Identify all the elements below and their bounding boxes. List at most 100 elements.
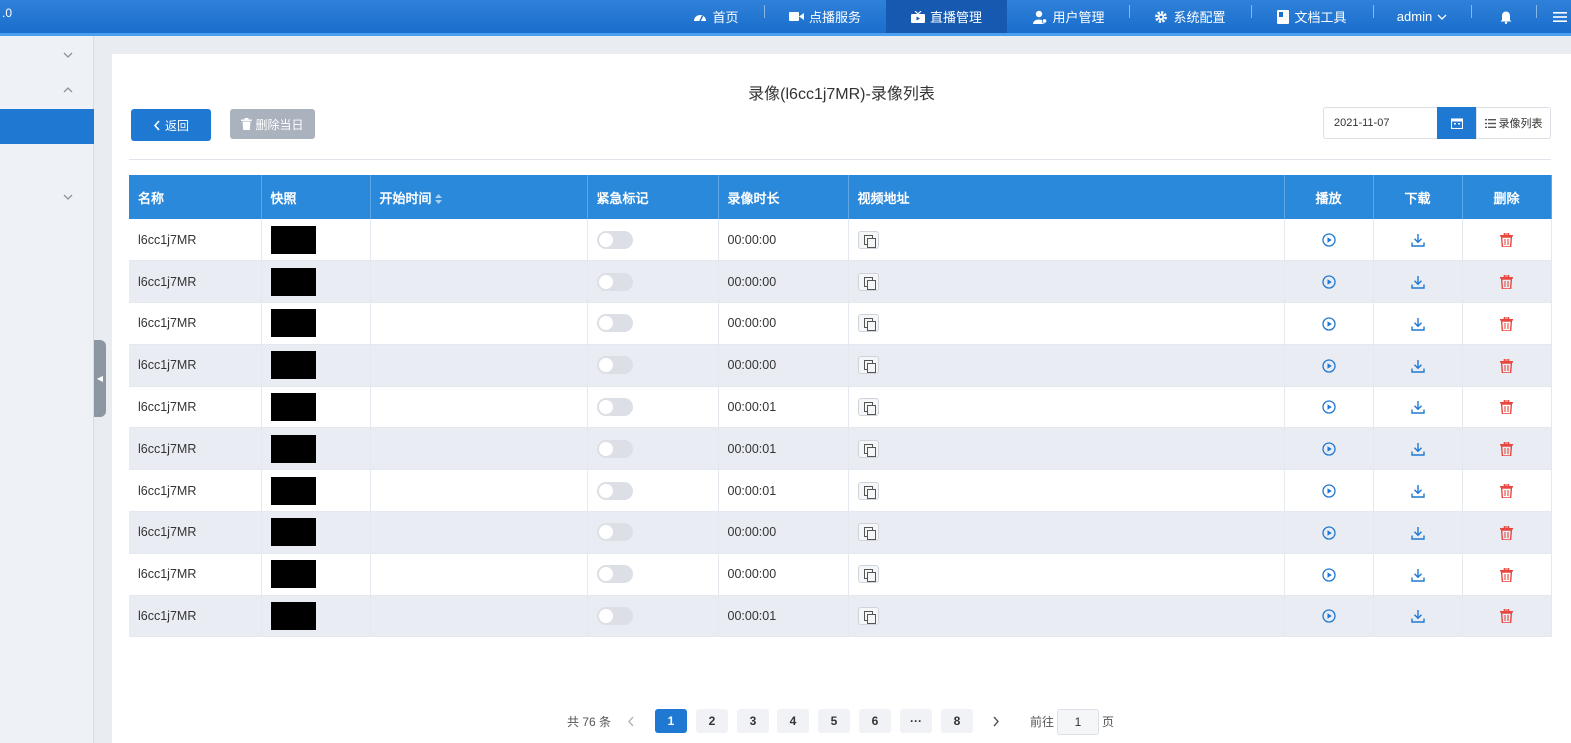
urgent-toggle[interactable] xyxy=(596,230,633,249)
delete-button[interactable] xyxy=(1462,302,1552,345)
copy-icon[interactable] xyxy=(857,439,879,458)
snapshot-thumbnail[interactable] xyxy=(270,476,316,505)
download-button[interactable] xyxy=(1373,386,1463,429)
delete-button[interactable] xyxy=(1462,553,1552,596)
nav-docs[interactable]: 文档工具 xyxy=(1270,0,1354,33)
page-button-6[interactable]: 6 xyxy=(859,709,891,733)
page-button-5[interactable]: 5 xyxy=(818,709,850,733)
prev-page-icon[interactable] xyxy=(627,716,635,727)
page-button-3[interactable]: 3 xyxy=(737,709,769,733)
play-button[interactable] xyxy=(1284,511,1374,554)
play-button[interactable] xyxy=(1284,260,1374,304)
download-button[interactable] xyxy=(1373,260,1463,304)
user-menu[interactable]: admin xyxy=(1390,0,1454,33)
download-button[interactable] xyxy=(1373,219,1463,262)
snapshot-thumbnail[interactable] xyxy=(270,309,316,338)
copy-icon[interactable] xyxy=(857,272,879,291)
nav-live[interactable]: 直播管理 xyxy=(886,0,1007,33)
start-time-cell xyxy=(370,427,588,471)
copy-icon[interactable] xyxy=(857,398,879,417)
snapshot-thumbnail[interactable] xyxy=(270,518,316,547)
recording-name: l6cc1j7MR xyxy=(129,260,262,304)
download-button[interactable] xyxy=(1373,344,1463,387)
download-button[interactable] xyxy=(1373,469,1463,513)
play-button[interactable] xyxy=(1284,427,1374,471)
sidebar-item-active[interactable] xyxy=(0,109,94,144)
page-button-8[interactable]: 8 xyxy=(941,709,973,733)
download-button[interactable] xyxy=(1373,511,1463,554)
delete-button[interactable] xyxy=(1462,219,1552,262)
play-button[interactable] xyxy=(1284,469,1374,513)
copy-icon[interactable] xyxy=(857,481,879,500)
urgent-toggle[interactable] xyxy=(596,607,633,626)
urgent-toggle[interactable] xyxy=(596,481,633,500)
nav-home[interactable]: 首页 xyxy=(686,0,746,33)
delete-button[interactable] xyxy=(1462,386,1552,429)
urgent-toggle[interactable] xyxy=(596,439,633,458)
delete-day-button[interactable]: 删除当日 xyxy=(230,109,315,139)
page-button-4[interactable]: 4 xyxy=(777,709,809,733)
download-button[interactable] xyxy=(1373,427,1463,471)
snapshot-thumbnail[interactable] xyxy=(270,434,316,463)
nav-vod[interactable]: 点播服务 xyxy=(782,0,868,33)
urgent-toggle[interactable] xyxy=(596,356,633,375)
delete-day-label: 删除当日 xyxy=(255,117,304,132)
delete-button[interactable] xyxy=(1462,344,1552,387)
download-button[interactable] xyxy=(1373,302,1463,345)
delete-button[interactable] xyxy=(1462,260,1552,304)
page-ellipsis[interactable]: ··· xyxy=(900,709,932,733)
play-button[interactable] xyxy=(1284,302,1374,345)
recording-list-button[interactable]: 录像列表 xyxy=(1476,107,1551,139)
date-picker-button[interactable] xyxy=(1437,107,1476,139)
copy-icon[interactable] xyxy=(857,314,879,333)
play-button[interactable] xyxy=(1284,219,1374,262)
list-icon xyxy=(1484,118,1496,128)
copy-icon[interactable] xyxy=(857,230,879,249)
col-header-start-time[interactable]: 开始时间 xyxy=(370,175,588,219)
play-button[interactable] xyxy=(1284,344,1374,387)
next-page-icon[interactable] xyxy=(992,716,1000,727)
snapshot-thumbnail[interactable] xyxy=(270,560,316,589)
play-button[interactable] xyxy=(1284,595,1374,638)
delete-button[interactable] xyxy=(1462,469,1552,513)
copy-icon[interactable] xyxy=(857,356,879,375)
page-button-2[interactable]: 2 xyxy=(696,709,728,733)
start-time-cell xyxy=(370,595,588,638)
urgent-cell xyxy=(587,260,719,304)
urgent-toggle[interactable] xyxy=(596,398,633,417)
urgent-toggle[interactable] xyxy=(596,272,633,291)
urgent-toggle[interactable] xyxy=(596,314,633,333)
sidebar-collapse-handle[interactable]: ◀ xyxy=(94,340,106,417)
chevron-up-icon[interactable] xyxy=(62,84,74,96)
download-button[interactable] xyxy=(1373,553,1463,596)
chevron-down-icon[interactable] xyxy=(62,191,74,203)
delete-button[interactable] xyxy=(1462,427,1552,471)
back-button[interactable]: 返回 xyxy=(131,109,211,141)
delete-button[interactable] xyxy=(1462,511,1552,554)
sort-icon[interactable] xyxy=(435,194,443,205)
nav-system-config[interactable]: 系统配置 xyxy=(1148,0,1232,33)
hamburger-icon xyxy=(1552,11,1567,22)
chevron-down-icon[interactable] xyxy=(62,49,74,61)
snapshot-thumbnail[interactable] xyxy=(270,393,316,422)
urgent-toggle[interactable] xyxy=(596,565,633,584)
urgent-toggle[interactable] xyxy=(596,523,633,542)
page-button-1[interactable]: 1 xyxy=(655,709,687,733)
trash-icon xyxy=(1500,400,1513,415)
play-button[interactable] xyxy=(1284,553,1374,596)
date-input[interactable]: 2021-11-07 xyxy=(1323,107,1438,139)
copy-icon[interactable] xyxy=(857,565,879,584)
snapshot-thumbnail[interactable] xyxy=(270,351,316,380)
download-button[interactable] xyxy=(1373,595,1463,638)
nav-users[interactable]: 用户管理 xyxy=(1025,0,1113,33)
snapshot-thumbnail[interactable] xyxy=(270,225,316,254)
copy-icon[interactable] xyxy=(857,607,879,626)
hamburger-menu-button[interactable] xyxy=(1548,0,1571,33)
notifications-button[interactable] xyxy=(1492,0,1520,33)
snapshot-thumbnail[interactable] xyxy=(270,267,316,296)
goto-page-input[interactable]: 1 xyxy=(1057,709,1099,735)
delete-button[interactable] xyxy=(1462,595,1552,638)
play-button[interactable] xyxy=(1284,386,1374,429)
copy-icon[interactable] xyxy=(857,523,879,542)
snapshot-thumbnail[interactable] xyxy=(270,602,316,631)
